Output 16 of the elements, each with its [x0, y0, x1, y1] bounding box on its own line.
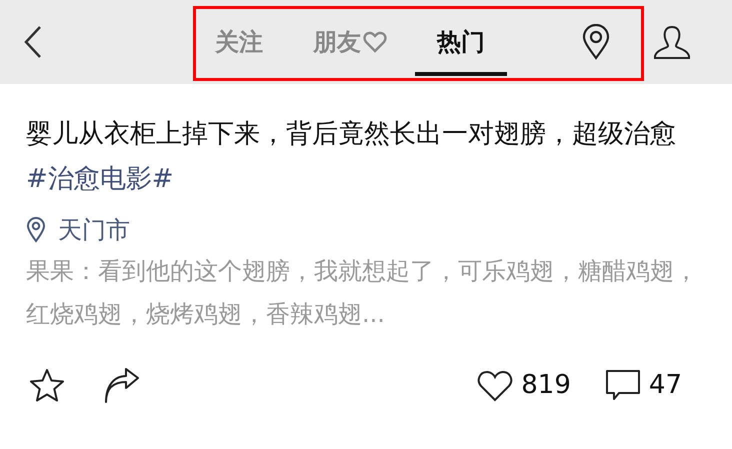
- tab[interactable]: 热门: [415, 0, 507, 84]
- comment-preview: 果果：看到他的这个翅膀，我就想起了，可乐鸡翅，糖醋鸡翅，红烧鸡翅，烧烤鸡翅，香辣鸡翅...: [26, 256, 699, 330]
- comment-button[interactable]: 47: [604, 366, 682, 405]
- profile-button[interactable]: [653, 24, 691, 60]
- back-button[interactable]: [22, 25, 44, 59]
- location-icon: [26, 217, 46, 243]
- favorite-button[interactable]: [28, 366, 66, 404]
- like-button[interactable]: 819: [477, 366, 571, 405]
- location-text[interactable]: 天门市: [58, 212, 130, 248]
- post-title: 婴儿从衣柜上掉下来，背后竟然长出一对翅膀，超级治愈 #治愈电影#: [26, 118, 677, 196]
- heart-icon: [477, 370, 514, 402]
- share-button[interactable]: [104, 368, 140, 404]
- hashtag-link[interactable]: #治愈电影#: [26, 164, 174, 194]
- heart-icon: [363, 31, 387, 53]
- comment-icon: [604, 368, 641, 402]
- location-button[interactable]: [581, 24, 611, 60]
